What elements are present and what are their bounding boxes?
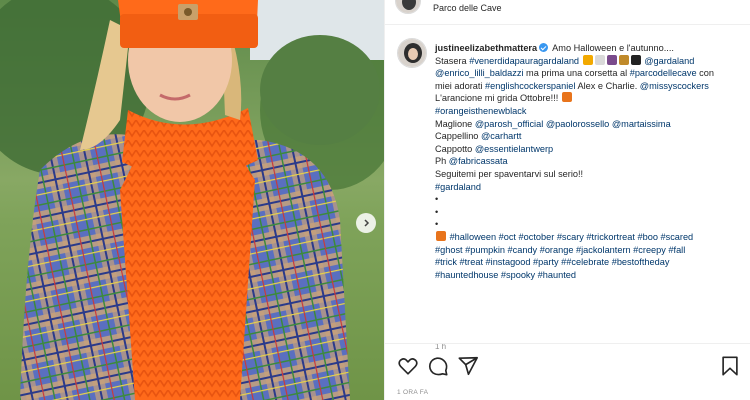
caption-line: Ph @fabricassata <box>435 155 745 168</box>
caption-line: Maglione @parosh_official @paolorossello… <box>435 118 745 131</box>
share-icon <box>458 356 478 376</box>
bookmark-icon <box>722 356 738 376</box>
caption-line: Seguitemi per spaventarvi sul serio!! <box>435 168 745 181</box>
caption-text-run: Ph <box>435 156 449 167</box>
caption-line: @enrico_lilli_baldazzi ma prima una cors… <box>435 67 745 80</box>
caption-text-run: ma prima una corsetta al <box>523 68 630 79</box>
heart-icon <box>398 358 418 375</box>
caption-link[interactable]: @fabricassata <box>449 156 508 166</box>
avatar-image <box>398 39 426 67</box>
caption-line: #trick #treat #instagood #party ##celebr… <box>435 256 745 269</box>
caption-text: justineelizabethmattera Amo Halloween e … <box>435 42 745 281</box>
caption-link[interactable]: #hauntedhouse #spooky #haunted <box>435 270 576 280</box>
post-image <box>0 0 384 400</box>
verified-badge-icon <box>539 43 549 52</box>
caption-line: L'arancione mi grida Ottobre!!! <box>435 92 745 105</box>
caption-link[interactable]: #venerdidapauragardaland <box>469 56 579 66</box>
caption-line: #ghost #pumpkin #candy #orange #jackolan… <box>435 244 745 257</box>
caption-link[interactable]: #parcodellecave <box>630 68 697 78</box>
caption-link[interactable]: @martaissima <box>612 119 671 129</box>
caption-line: • <box>435 193 745 206</box>
caption-avatar[interactable] <box>397 38 427 68</box>
post-header: Parco delle Cave <box>385 0 750 25</box>
avatar-image <box>396 0 420 13</box>
caption-link[interactable]: @enrico_lilli_baldazzi <box>435 68 523 78</box>
emoji-icon <box>618 54 629 65</box>
caption-text-run: Maglione <box>435 118 475 129</box>
emoji-icon <box>436 230 446 241</box>
emoji-icon <box>582 54 593 65</box>
caption-text-run: Seguitemi per spaventarvi sul serio!! <box>435 168 584 179</box>
chevron-right-icon <box>364 219 370 227</box>
emoji-icon <box>594 54 605 65</box>
caption-text-run: Stasera <box>435 55 470 66</box>
post-details-panel: Parco delle Cave justineelizabethmattera… <box>384 0 750 400</box>
next-photo-button[interactable] <box>356 213 376 233</box>
caption-username[interactable]: justineelizabethmattera <box>435 43 537 53</box>
caption-line: #halloween #oct #october #scary #trickor… <box>435 230 745 244</box>
caption-link[interactable]: @missyscockers <box>640 81 709 91</box>
caption-line: Stasera #venerdidapauragardaland @gardal… <box>435 54 745 68</box>
post-date: 1 ORA FA <box>397 389 429 396</box>
post-location[interactable]: Parco delle Cave <box>433 3 502 13</box>
caption-link[interactable]: #trick #treat #instagood #party ##celebr… <box>435 257 669 267</box>
action-bar: 1 ORA FA <box>385 343 750 400</box>
caption-link[interactable]: #ghost #pumpkin #candy #orange #jackolan… <box>435 245 685 255</box>
caption-line: #orangeisthenewblack <box>435 105 745 118</box>
caption-link[interactable]: @carhartt <box>481 131 521 141</box>
caption-text-run: Cappotto <box>435 143 475 154</box>
post-photo[interactable] <box>0 0 384 400</box>
caption-link[interactable]: #orangeisthenewblack <box>435 106 526 116</box>
caption-link[interactable]: @paolorossello <box>546 119 609 129</box>
caption-text-run: • <box>435 219 439 230</box>
caption-text-run: Cappellino <box>435 131 481 142</box>
caption-link[interactable]: @essentielantwerp <box>475 144 553 154</box>
caption-line: #hauntedhouse #spooky #haunted <box>435 269 745 282</box>
caption-text-run: L'arancione mi grida Ottobre!!! <box>435 93 561 104</box>
share-button[interactable] <box>457 355 479 377</box>
save-button[interactable] <box>719 355 741 377</box>
caption-link[interactable]: @parosh_official <box>475 119 543 129</box>
emoji-icon <box>561 92 572 103</box>
caption-text-run <box>579 56 582 66</box>
caption-link[interactable]: #halloween #oct #october #scary #trickor… <box>450 232 694 242</box>
caption-line: justineelizabethmattera Amo Halloween e … <box>435 42 745 55</box>
caption-line: Cappotto @essentielantwerp <box>435 143 745 156</box>
caption-text-run: Amo Halloween e l'autunno.... <box>550 43 674 53</box>
emoji-icon <box>606 54 617 65</box>
caption-text-run: Alex e Charlie. <box>575 80 640 91</box>
caption-text-run: con <box>696 68 714 79</box>
caption-line: • <box>435 206 745 219</box>
emoji-icon <box>630 54 641 65</box>
header-avatar[interactable] <box>395 0 421 14</box>
comment-button[interactable] <box>427 355 449 377</box>
caption-line: Cappellino @carhartt <box>435 130 745 143</box>
caption-line: miei adorati #englishcockerspaniel Alex … <box>435 80 745 93</box>
caption-text-run: • <box>435 206 439 217</box>
comment-icon <box>428 357 448 376</box>
like-button[interactable] <box>397 355 419 377</box>
caption-line: • <box>435 218 745 231</box>
caption-text-run: miei adorati <box>435 80 486 91</box>
caption-link[interactable]: @gardaland <box>644 56 694 66</box>
caption-link[interactable]: #englishcockerspaniel <box>485 81 575 91</box>
caption-line: #gardaland <box>435 181 745 194</box>
caption-link[interactable]: #gardaland <box>435 182 481 192</box>
caption-text-run: • <box>435 194 439 205</box>
